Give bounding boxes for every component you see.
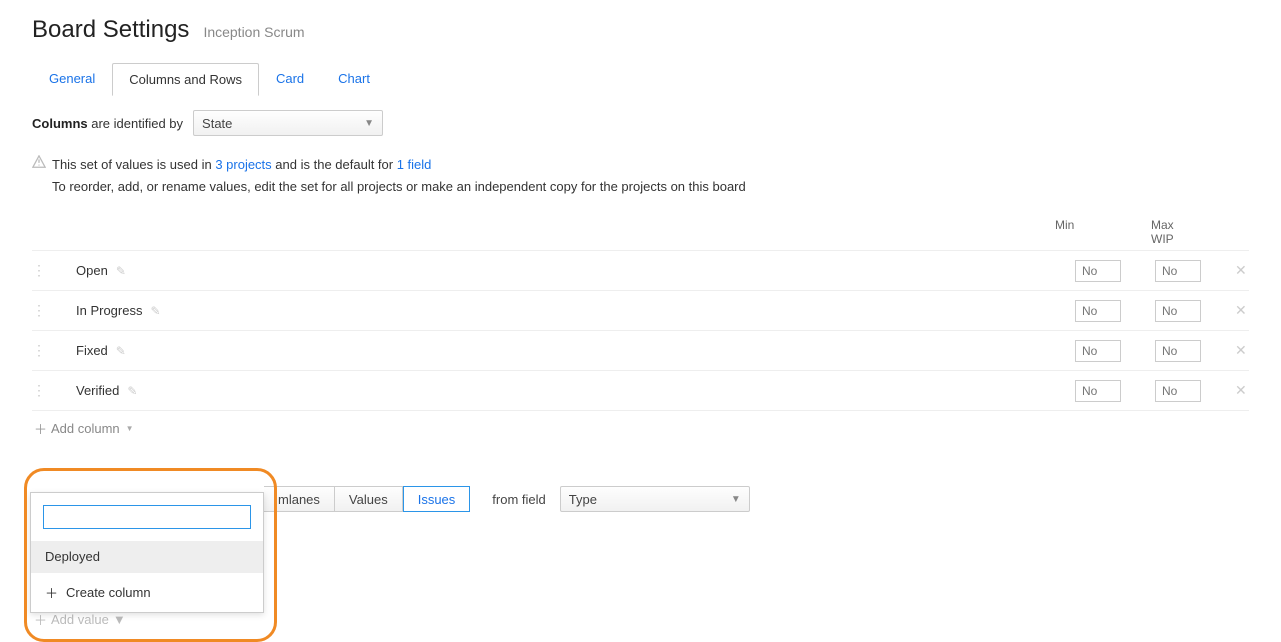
remove-row-icon[interactable]: ✕ [1235,302,1249,319]
row-name: Fixed [76,343,108,358]
table-row: ⋮ In Progress ✎ ✕ [32,291,1249,331]
fields-link[interactable]: 1 field [397,157,432,172]
min-input[interactable] [1075,380,1121,402]
drag-handle-icon[interactable]: ⋮ [32,382,50,399]
col-header-max: Max WIP [1151,218,1199,246]
info-text-2: and is the default for [272,157,397,172]
min-input[interactable] [1075,300,1121,322]
from-field-label: from field [492,492,545,507]
remove-row-icon[interactable]: ✕ [1235,382,1249,399]
col-header-min: Min [1055,218,1103,246]
from-field-select[interactable]: Type ▼ [560,486,750,512]
drag-handle-icon[interactable]: ⋮ [32,262,50,279]
table-row: ⋮ Open ✎ ✕ [32,251,1249,291]
max-input[interactable] [1155,260,1201,282]
tab-general[interactable]: General [32,62,112,95]
projects-link[interactable]: 3 projects [215,157,271,172]
create-column-button[interactable]: ＋ Create column [31,573,263,612]
max-input[interactable] [1155,380,1201,402]
chevron-down-icon: ▼ [364,118,374,129]
triangle-down-icon: ▼ [113,612,126,627]
tab-columns-and-rows[interactable]: Columns and Rows [112,63,259,96]
page-subtitle: Inception Scrum [203,24,304,40]
popup-search-input[interactable] [43,505,251,529]
add-column-label: Add column [51,421,120,436]
min-input[interactable] [1075,340,1121,362]
triangle-down-icon: ▼ [126,424,134,433]
tab-card[interactable]: Card [259,62,321,95]
info-block: This set of values is used in 3 projects… [32,154,1249,198]
segment-values[interactable]: Values [335,486,403,512]
page-title: Board Settings [32,16,189,44]
chevron-down-icon: ▼ [731,494,741,505]
create-column-label: Create column [66,585,151,600]
rows-controls-row: mlanes Values Issues from field Type ▼ [264,486,1249,512]
identified-suffix: are identified by [88,116,183,131]
plus-icon: ＋ [45,583,58,602]
drag-handle-icon[interactable]: ⋮ [32,342,50,359]
table-header: Min Max WIP [32,218,1249,246]
segment-swimlanes-partial[interactable]: mlanes [264,486,335,512]
plus-icon: ＋ [34,419,47,438]
pencil-icon[interactable]: ✎ [127,384,137,398]
row-name: Open [76,263,108,278]
table-row: ⋮ Fixed ✎ ✕ [32,331,1249,371]
row-name: Verified [76,383,119,398]
add-column-popup: Deployed ＋ Create column [30,492,264,613]
from-field-value: Type [569,492,597,507]
popup-option-deployed[interactable]: Deployed [31,541,263,572]
pencil-icon[interactable]: ✎ [116,344,126,358]
max-input[interactable] [1155,300,1201,322]
identified-by-value: State [202,116,232,131]
identified-by-select[interactable]: State ▼ [193,110,383,136]
table-row: ⋮ Verified ✎ ✕ [32,371,1249,411]
row-name: In Progress [76,303,142,318]
identified-by-row: Columns are identified by State ▼ [32,110,1249,136]
add-column-button[interactable]: ＋ Add column ▼ [34,419,1249,438]
drag-handle-icon[interactable]: ⋮ [32,302,50,319]
segment-issues[interactable]: Issues [403,486,471,512]
pencil-icon[interactable]: ✎ [116,264,126,278]
remove-row-icon[interactable]: ✕ [1235,342,1249,359]
columns-label: Columns [32,116,88,131]
info-text-1: This set of values is used in [52,157,215,172]
page-header: Board Settings Inception Scrum [32,16,1249,44]
tabs-bar: General Columns and Rows Card Chart [32,62,1249,96]
pencil-icon[interactable]: ✎ [150,304,160,318]
tab-chart[interactable]: Chart [321,62,387,95]
remove-row-icon[interactable]: ✕ [1235,262,1249,279]
warning-icon [32,154,46,176]
max-input[interactable] [1155,340,1201,362]
info-text-line2: To reorder, add, or rename values, edit … [52,176,1249,198]
rows-segment-group: mlanes Values Issues [264,486,470,512]
add-value-label: Add value [51,612,109,627]
columns-list: ⋮ Open ✎ ✕ ⋮ In Progress ✎ ✕ ⋮ Fixed [32,250,1249,411]
min-input[interactable] [1075,260,1121,282]
